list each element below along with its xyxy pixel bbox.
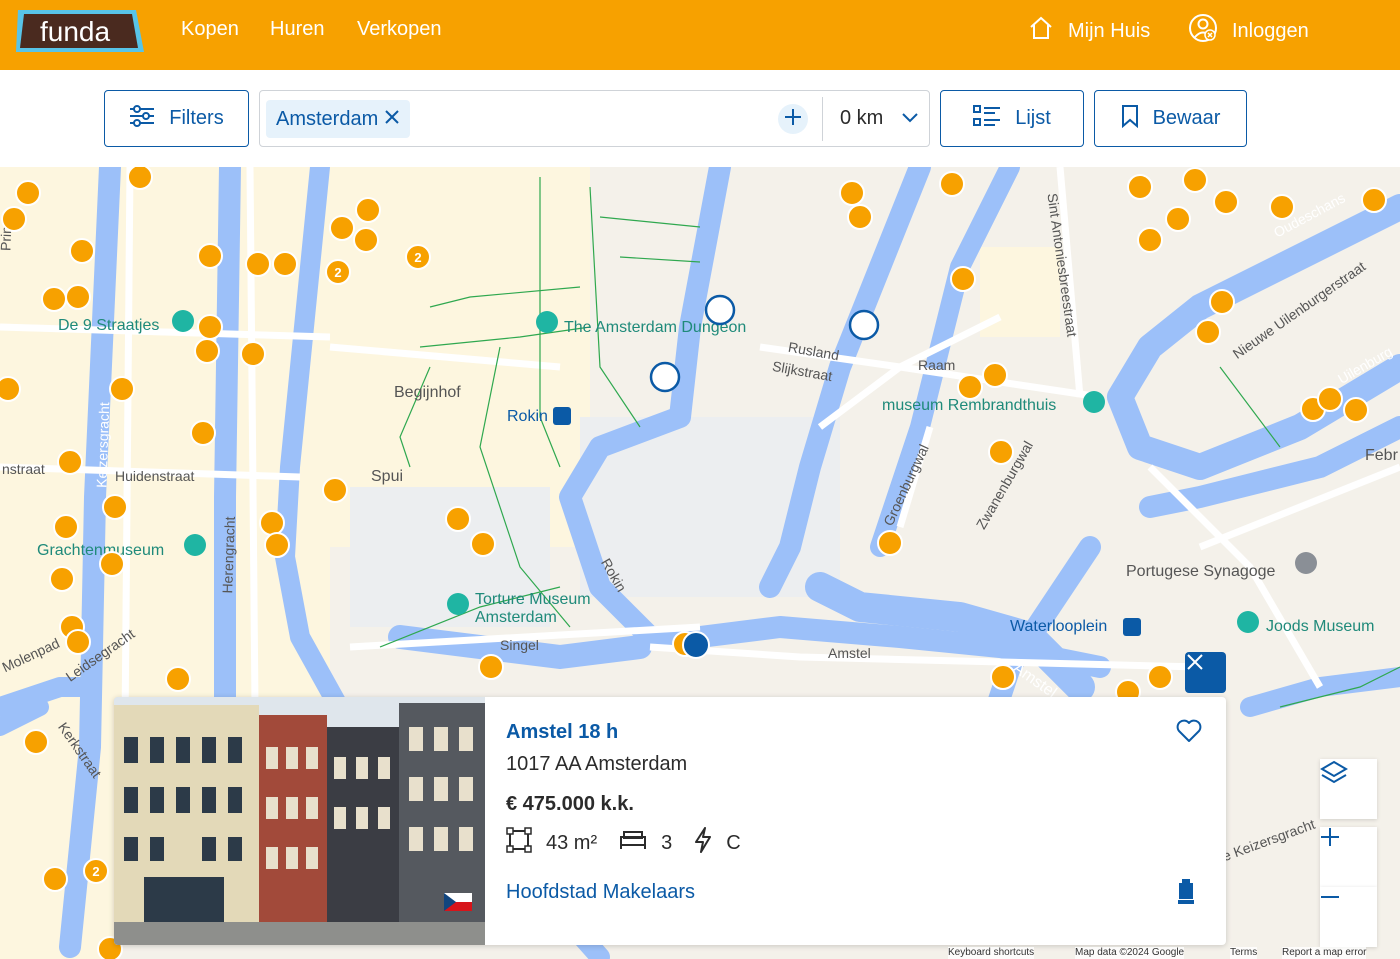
- label-amsterdam-dungeon: The Amsterdam Dungeon: [564, 319, 747, 336]
- label-prins: Prins: [0, 218, 15, 252]
- energy-label-value: C: [726, 831, 741, 854]
- home-icon: [1028, 15, 1054, 47]
- location-search-box[interactable]: Amsterdam 0 km: [259, 90, 930, 147]
- label-keizersgracht: Keizersgracht: [93, 401, 113, 489]
- label-singel: Singel: [500, 637, 539, 653]
- report-map-error-link[interactable]: Report a map error: [1282, 947, 1367, 959]
- listing-price: € 475.000 k.k.: [506, 793, 634, 815]
- user-icon: [1188, 13, 1218, 49]
- top-navigation-bar: funda Kopen Huren Verkopen Mijn Huis Inl…: [0, 0, 1400, 70]
- label-herengracht: Herengracht: [219, 516, 238, 594]
- label-huidenstraat: Huidenstraat: [115, 468, 195, 484]
- inloggen-label: Inloggen: [1232, 19, 1309, 42]
- label-amstel-street: Amstel: [828, 645, 871, 661]
- label-nstraat: nstraat: [2, 461, 45, 477]
- location-chip: Amsterdam: [266, 100, 411, 138]
- chevron-down-icon: [901, 107, 919, 130]
- mijn-huis-link[interactable]: Mijn Huis: [1028, 14, 1150, 48]
- funda-logo[interactable]: funda: [14, 8, 146, 54]
- living-area: 43 m²: [506, 827, 597, 859]
- label-rokin-metro: Rokin: [507, 408, 548, 425]
- nav-kopen[interactable]: Kopen: [181, 18, 239, 41]
- nav-huren[interactable]: Huren: [270, 18, 324, 41]
- label-rembrandthuis: museum Rembrandthuis: [882, 397, 1057, 414]
- label-torture-museum: Torture Museum Amsterdam: [475, 591, 591, 626]
- plus-icon: [783, 107, 803, 132]
- search-divider: [822, 97, 823, 141]
- bedrooms: 3: [619, 829, 672, 857]
- listing-address: 1017 AA Amsterdam: [506, 753, 688, 775]
- list-view-button[interactable]: Lijst: [940, 90, 1084, 147]
- label-9-straatjes: De 9 Straatjes: [58, 317, 160, 334]
- mijn-huis-label: Mijn Huis: [1068, 19, 1151, 42]
- location-chip-label: Amsterdam: [276, 107, 379, 130]
- label-waterlooplein: Waterlooplein: [1010, 618, 1108, 635]
- label-joods-museum: Joods Museum: [1266, 618, 1375, 635]
- listing-features: 43 m² 3 C: [506, 827, 741, 859]
- label-portugese-synagoge: Portugese Synagoge: [1126, 563, 1276, 580]
- agent-link[interactable]: Hoofdstad Makelaars: [506, 881, 695, 904]
- svg-text:funda: funda: [40, 16, 110, 47]
- list-icon: [973, 104, 1001, 133]
- bed-icon: [619, 829, 647, 857]
- radius-value: 0 km: [840, 106, 884, 129]
- nvm-logo: [1178, 879, 1194, 910]
- remove-chip-icon[interactable]: [384, 108, 400, 131]
- bedrooms-value: 3: [661, 831, 673, 854]
- label-febr: Febr: [1365, 447, 1398, 464]
- heart-icon: [1176, 719, 1202, 747]
- sliders-icon: [129, 104, 155, 133]
- living-area-value: 43 m²: [546, 831, 598, 854]
- keyboard-shortcuts-link[interactable]: Keyboard shortcuts: [948, 947, 1035, 959]
- filters-button[interactable]: Filters: [104, 90, 249, 147]
- listing-title[interactable]: Amstel 18 h: [506, 721, 618, 744]
- add-location-button[interactable]: [778, 104, 808, 134]
- label-spui: Spui: [371, 468, 404, 485]
- list-view-label: Lijst: [1015, 107, 1051, 129]
- nav-verkopen[interactable]: Verkopen: [357, 18, 442, 41]
- favorite-button[interactable]: [1176, 719, 1202, 748]
- close-listing-button[interactable]: [1185, 652, 1226, 693]
- zoom-out-button[interactable]: [1320, 887, 1377, 947]
- save-search-button[interactable]: Bewaar: [1094, 90, 1247, 147]
- map-data-attribution: Map data ©2024 Google: [1075, 947, 1185, 959]
- inloggen-link[interactable]: Inloggen: [1188, 14, 1309, 48]
- listing-card[interactable]: Amstel 18 h 1017 AA Amsterdam € 475.000 …: [114, 697, 1226, 945]
- save-search-label: Bewaar: [1152, 107, 1221, 129]
- terms-link[interactable]: Terms: [1230, 947, 1258, 959]
- search-toolbar: Filters Amsterdam 0 km Lijst Bewaar: [0, 70, 1400, 167]
- zoom-in-button[interactable]: [1320, 827, 1377, 887]
- label-grachtenmuseum: Grachtenmuseum: [37, 542, 165, 559]
- energy-label: C: [694, 827, 741, 859]
- label-raam: Raam: [918, 357, 956, 373]
- map-layers-button[interactable]: [1320, 759, 1377, 819]
- label-begijnhof: Begijnhof: [394, 384, 461, 401]
- radius-select[interactable]: 0 km: [840, 91, 919, 145]
- listing-photo[interactable]: [114, 697, 485, 945]
- bookmark-icon: [1121, 104, 1139, 134]
- area-icon: [506, 827, 532, 859]
- filters-label: Filters: [169, 107, 224, 129]
- lightning-icon: [694, 827, 712, 859]
